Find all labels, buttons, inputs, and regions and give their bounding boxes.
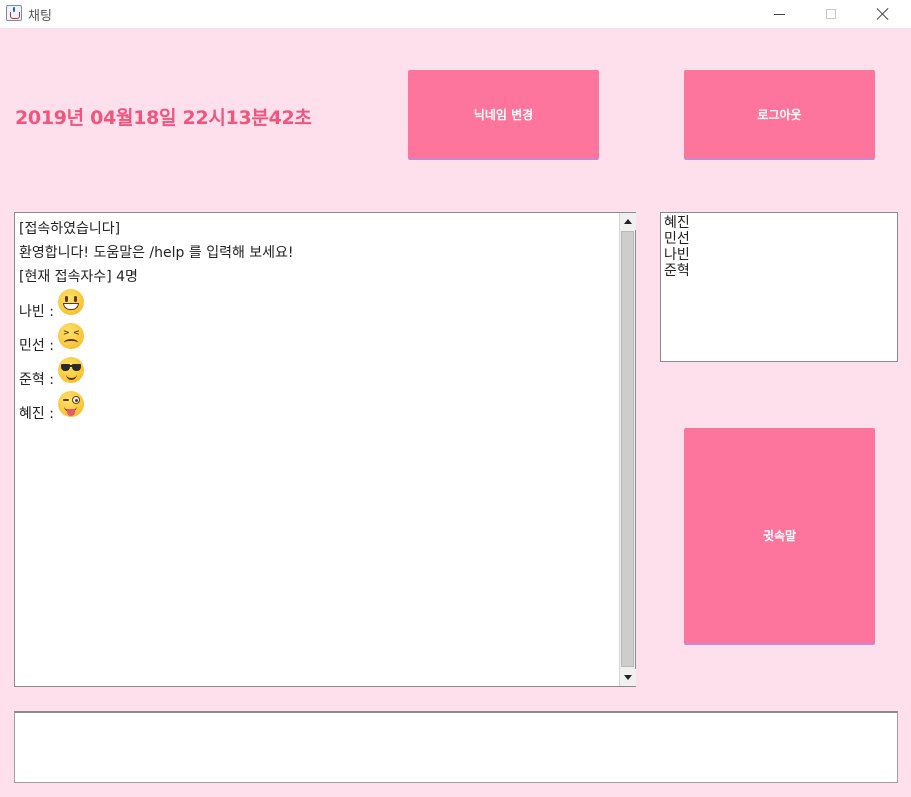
chat-scrollbar[interactable] [619,213,636,686]
scroll-down-button[interactable] [620,669,636,686]
change-nickname-button[interactable]: 닉네임 변경 [408,70,599,158]
chat-message: [현재 접속자수] 4명 [19,269,138,285]
message-input[interactable] [14,711,898,783]
maximize-icon [826,9,836,19]
winking-tongue-face-icon [57,391,84,417]
title-bar: 채팅 [0,0,911,28]
scroll-up-button[interactable] [620,213,636,230]
scroll-thumb[interactable] [621,231,634,667]
grinning-face-icon [57,289,84,315]
chat-content: [접속하였습니다] 환영합니다! 도움말은 /help 를 입력해 보세요! [… [15,213,619,686]
chat-message: 민선 : > < [19,323,615,357]
user-list-item[interactable]: 준혁 [664,263,894,279]
user-list-item[interactable]: 혜진 [664,215,894,231]
minimize-button[interactable] [756,0,802,28]
confounded-face-icon: > < [57,323,84,349]
user-list-item[interactable]: 나빈 [664,247,894,263]
whisper-button[interactable]: 귓속말 [684,428,875,643]
user-list-item[interactable]: 민선 [664,231,894,247]
message-sender: 민선 : [19,338,54,354]
arrow-down-icon [624,675,632,680]
chat-message: 환영합니다! 도움말은 /help 를 입력해 보세요! [19,245,294,261]
chat-message: 준혁 : [19,357,615,391]
close-button[interactable] [860,0,906,28]
chat-message: 혜진 : [19,391,615,425]
sunglasses-face-icon [57,357,84,383]
window-title: 채팅 [28,9,52,24]
chat-message: 나빈 : [19,289,615,323]
chat-message: [접속하였습니다] [19,221,121,237]
java-cup-icon [6,5,22,21]
user-list[interactable]: 혜진 민선 나빈 준혁 [660,212,898,362]
message-sender: 혜진 : [19,406,54,422]
close-icon [876,7,890,21]
message-sender: 준혁 : [19,372,54,388]
message-sender: 나빈 : [19,304,54,320]
datetime-label: 2019년 04월18일 22시13분42초 [15,107,312,129]
arrow-up-icon [624,219,632,224]
minimize-icon [773,13,785,15]
chat-log[interactable]: [접속하였습니다] 환영합니다! 도움말은 /help 를 입력해 보세요! [… [14,212,636,687]
maximize-button[interactable] [808,0,854,28]
logout-button[interactable]: 로그아웃 [684,70,875,158]
